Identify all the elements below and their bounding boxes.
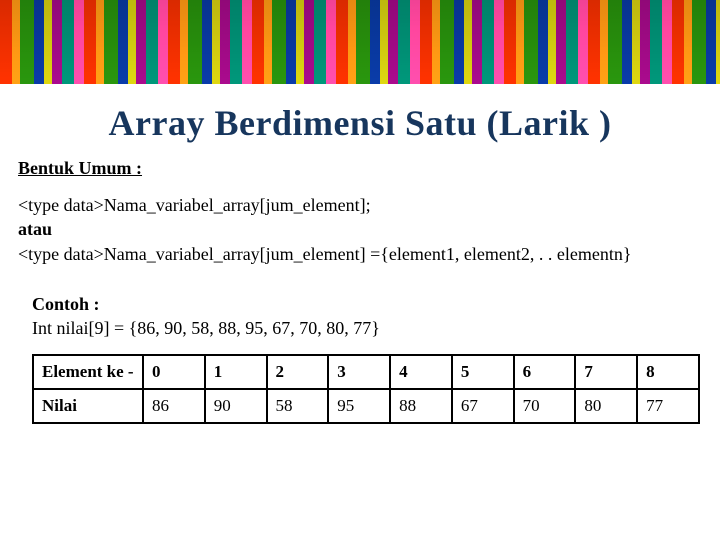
value-cell: 90: [205, 389, 267, 423]
array-table: Element ke - 0 1 2 3 4 5 6 7 8 Nilai 86 …: [32, 354, 700, 424]
row-header-value: Nilai: [33, 389, 143, 423]
syntax-line-1: <type data>Nama_variabel_array[jum_eleme…: [18, 193, 702, 217]
index-cell: 2: [267, 355, 329, 389]
row-header-index: Element ke -: [33, 355, 143, 389]
syntax-block: <type data>Nama_variabel_array[jum_eleme…: [18, 193, 702, 266]
value-cell: 77: [637, 389, 699, 423]
value-cell: 88: [390, 389, 452, 423]
slide-body: Array Berdimensi Satu (Larik ) Bentuk Um…: [0, 88, 720, 424]
value-cell: 95: [328, 389, 390, 423]
index-cell: 0: [143, 355, 205, 389]
index-cell: 8: [637, 355, 699, 389]
index-cell: 5: [452, 355, 514, 389]
decorative-banner: [0, 0, 720, 88]
table-row: Nilai 86 90 58 95 88 67 70 80 77: [33, 389, 699, 423]
value-cell: 80: [575, 389, 637, 423]
index-cell: 1: [205, 355, 267, 389]
value-cell: 86: [143, 389, 205, 423]
section-heading: Bentuk Umum :: [18, 158, 702, 179]
table-row: Element ke - 0 1 2 3 4 5 6 7 8: [33, 355, 699, 389]
index-cell: 6: [514, 355, 576, 389]
syntax-line-2: <type data>Nama_variabel_array[jum_eleme…: [18, 242, 702, 266]
value-cell: 58: [267, 389, 329, 423]
example-block: Contoh : Int nilai[9] = {86, 90, 58, 88,…: [18, 292, 702, 341]
page-title: Array Berdimensi Satu (Larik ): [18, 102, 702, 144]
syntax-or: atau: [18, 217, 702, 241]
example-label: Contoh :: [32, 292, 702, 316]
index-cell: 3: [328, 355, 390, 389]
index-cell: 4: [390, 355, 452, 389]
value-cell: 67: [452, 389, 514, 423]
example-declaration: Int nilai[9] = {86, 90, 58, 88, 95, 67, …: [32, 316, 702, 340]
value-cell: 70: [514, 389, 576, 423]
index-cell: 7: [575, 355, 637, 389]
